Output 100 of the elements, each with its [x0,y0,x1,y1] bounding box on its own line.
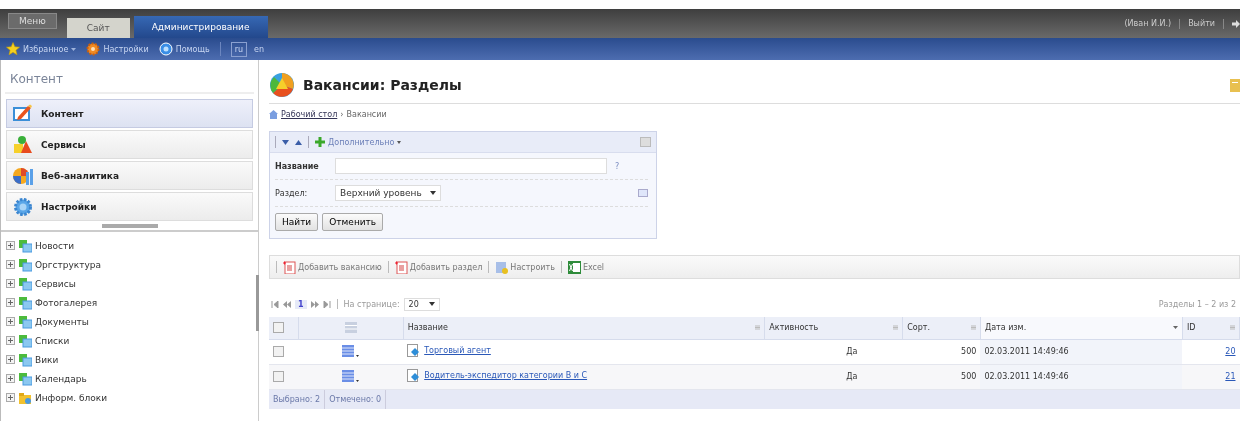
tab[interactable]: Сайт [66,18,130,38]
toolbar-button[interactable]: Добавить раздел [394,260,483,274]
pagination-summary: Разделы 1 – 2 из 2 [1158,299,1237,309]
logout-link[interactable]: Выйти [1188,19,1215,28]
row-actions-button[interactable] [342,344,360,357]
toolbar-button[interactable]: Добавить вакансию [283,260,382,274]
sidebar-section-button[interactable]: Веб-аналитика [6,161,253,190]
column-menu-icon [1230,325,1235,331]
tree-item[interactable]: Сервисы [35,278,76,289]
column-header[interactable]: Сорт. [902,317,981,339]
tree-item[interactable]: Списки [35,335,70,346]
row-link[interactable]: Водитель-экспедитор категории В и С [407,368,588,383]
expand-toggle[interactable] [6,374,15,383]
folder-icon [18,390,32,405]
id-link[interactable]: 21 [1225,372,1236,381]
down-arrow-icon [282,139,289,145]
caret-icon [356,354,360,357]
tree-item[interactable]: Фотогалерея [35,297,98,308]
tree-item[interactable]: Вики [35,354,59,365]
filter-button[interactable]: Найти [275,213,319,231]
configure-icon [495,260,509,274]
toolbar-link[interactable]: Помощь [158,42,210,56]
tree-item[interactable]: Оргструктура [35,259,101,270]
column-header[interactable]: Название [403,317,765,339]
field-label: Название [275,161,320,171]
table-cell: 500 [902,339,981,364]
add-document-icon [394,260,408,274]
plus-icon [8,243,13,248]
scrollbar-thumb[interactable] [256,275,259,331]
gear-icon [86,42,101,56]
tree-item[interactable]: Информ. блоки [35,392,108,403]
pages-icon [18,276,32,291]
select-field[interactable]: Верхний уровень [335,185,441,201]
tab[interactable]: Администрирование [133,16,268,38]
splitter-handle[interactable] [101,224,158,228]
logo-icon [269,72,295,98]
column-label: Дата изм. [984,323,1027,333]
expand-toggle[interactable] [6,317,15,326]
toolbar-link[interactable]: Избранное [6,42,77,56]
tree-item[interactable]: Документы [35,316,89,327]
language-link[interactable]: en [251,42,268,56]
plus-icon [8,281,13,286]
plus-icon [8,376,13,381]
pages-icon [18,238,32,253]
field-label: Раздел: [275,188,309,198]
menu-icon [342,344,355,357]
logout-arrow-icon [1232,18,1240,29]
menu-button[interactable]: Меню [8,12,57,29]
plus-icon [315,137,325,147]
caret-icon [397,140,402,144]
filter-button[interactable]: Отменить [322,213,384,231]
sidebar-section-button[interactable]: Сервисы [6,130,253,159]
pie-chart-icon [13,165,33,186]
prev-page-icon [283,300,291,308]
expand-toggle[interactable] [6,336,15,345]
toolbar-link[interactable]: Настройки [86,42,149,56]
toolbar-button[interactable]: Настроить [495,260,555,274]
row-actions-button[interactable] [342,369,360,382]
pencil-icon [13,103,33,124]
expand-toggle[interactable] [6,241,15,250]
column-label: Активность [769,323,819,333]
column-header[interactable]: Дата изм. [980,317,1183,339]
breadcrumb-link[interactable]: Рабочий стол [281,110,338,119]
row-link[interactable]: Торговый агент [407,343,491,358]
text-field[interactable] [335,158,607,174]
pages-icon [18,333,32,348]
menu-icon [342,369,355,382]
sidebar-section-button[interactable]: Настройки [6,192,253,221]
per-page-select[interactable]: 20 [403,297,440,311]
expand-toggle[interactable] [6,279,15,288]
pages-icon [18,314,32,329]
column-label: Сорт. [907,323,930,333]
expand-toggle[interactable] [6,260,15,269]
next-page-icon [310,300,319,308]
user-name[interactable]: (Иван И.И.) [1124,19,1172,28]
expand-toggle[interactable] [6,298,15,307]
select-all-checkbox[interactable] [273,322,284,334]
table-cell: 500 [902,364,981,389]
column-header[interactable]: ID [1182,317,1240,339]
add-filter-link[interactable]: Дополнительно [315,137,402,147]
column-header[interactable]: Активность [764,317,903,339]
language-link[interactable]: ru [230,41,248,57]
tree-item[interactable]: Календарь [35,373,87,384]
row-checkbox[interactable] [273,346,284,357]
pages-icon [18,257,32,272]
caret-icon [71,47,77,51]
first-page-icon [271,300,279,308]
remove-field-button[interactable] [638,189,648,197]
toolbar-button[interactable]: Excel [567,260,605,274]
spreadsheet-icon [567,260,581,274]
sidebar-section-button[interactable]: Контент [6,99,253,128]
tree-item[interactable]: Новости [35,240,75,251]
pages-icon [18,352,32,367]
expand-toggle[interactable] [6,393,15,402]
expand-toggle[interactable] [6,355,15,364]
caret-icon [356,379,360,382]
plus-icon [8,338,13,343]
row-checkbox[interactable] [273,371,284,382]
id-link[interactable]: 20 [1225,347,1236,356]
page-link[interactable]: 1 [295,299,307,309]
